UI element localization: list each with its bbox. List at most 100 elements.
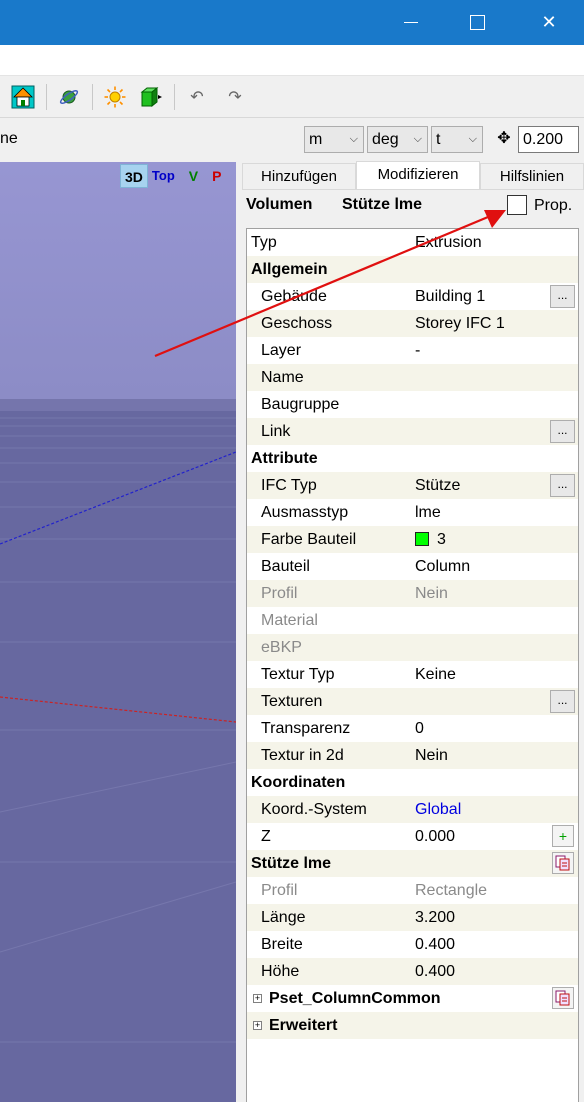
property-grid: Typ Extrusion Allgemein Gebäude Building 1…	[246, 228, 579, 1102]
property-row-textur-in-2d[interactable]: Textur in 2d Nein	[247, 742, 578, 769]
ellipsis-button[interactable]: ...	[550, 474, 575, 497]
property-row-z[interactable]: Z 0.000 +	[247, 823, 578, 850]
minimize-button[interactable]	[380, 0, 442, 45]
close-icon: ✕	[541, 12, 557, 32]
snap-move-icon: ✥	[497, 130, 511, 147]
tab-underline	[242, 189, 584, 190]
property-row-ebkp: eBKP	[247, 634, 578, 661]
color-swatch	[415, 532, 429, 546]
undo-icon: ↶	[190, 89, 204, 106]
property-row-ausmasstyp[interactable]: Ausmasstyp lme	[247, 499, 578, 526]
category-allgemein[interactable]: Allgemein	[247, 256, 578, 283]
property-key: Bauteil	[261, 558, 310, 575]
copy-button[interactable]	[552, 987, 574, 1009]
undo-button[interactable]: ↶	[184, 84, 210, 110]
render-button[interactable]	[56, 84, 82, 110]
expand-icon[interactable]: +	[253, 1021, 262, 1030]
title-bar: ✕	[0, 0, 584, 45]
property-row-baugruppe[interactable]: Baugruppe	[247, 391, 578, 418]
property-value: Keine	[415, 666, 456, 683]
menu-bar	[0, 45, 584, 76]
category-attribute[interactable]: Attribute	[247, 445, 578, 472]
property-value: Storey IFC 1	[415, 315, 505, 332]
ellipsis-button[interactable]: ...	[550, 285, 575, 308]
property-row-hoehe[interactable]: Höhe 0.400	[247, 958, 578, 985]
toolbar-label: ne	[0, 130, 18, 147]
property-value-color: 3	[415, 526, 446, 553]
copy-button[interactable]	[552, 852, 574, 874]
property-row-texturen[interactable]: Texturen...	[247, 688, 578, 715]
category-label: Allgemein	[251, 261, 328, 278]
property-value: 3.200	[415, 909, 456, 926]
category-label: Koordinaten	[251, 774, 346, 791]
toolbar-separator	[174, 84, 175, 110]
angle-unit-select[interactable]: deg ⌵	[367, 126, 428, 153]
property-row-transparenz[interactable]: Transparenz 0	[247, 715, 578, 742]
ellipsis-button[interactable]: ...	[550, 420, 575, 443]
category-pset-columncommon[interactable]: + Pset_ColumnCommon	[247, 985, 578, 1012]
category-label: Attribute	[251, 450, 318, 467]
property-row-layer[interactable]: Layer -	[247, 337, 578, 364]
property-key: Transparenz	[261, 720, 351, 737]
expand-icon[interactable]: +	[253, 994, 262, 1003]
property-row-laenge[interactable]: Länge 3.200	[247, 904, 578, 931]
property-key: Typ	[251, 234, 277, 251]
property-row-link[interactable]: Link...	[247, 418, 578, 445]
property-row-koord-system[interactable]: Koord.-System Global	[247, 796, 578, 823]
mass-unit-select[interactable]: t ⌵	[431, 126, 483, 153]
property-row-ifc-typ[interactable]: IFC Typ Stütze...	[247, 472, 578, 499]
property-row-name[interactable]: Name	[247, 364, 578, 391]
maximize-icon	[469, 15, 485, 30]
prop-checkbox[interactable]	[507, 195, 527, 215]
snap-distance-input[interactable]: 0.200	[518, 126, 579, 153]
property-value: Nein	[415, 747, 448, 764]
view-3d-button[interactable]: 3D	[120, 164, 148, 188]
property-key: Material	[261, 612, 318, 629]
tab-hilfslinien[interactable]: Hilfslinien	[480, 163, 584, 189]
home-icon	[11, 85, 35, 109]
property-row-textur-typ[interactable]: Textur Typ Keine	[247, 661, 578, 688]
green-cube-icon	[140, 86, 162, 108]
view-v-button[interactable]: V	[185, 164, 202, 188]
home-button[interactable]	[10, 84, 36, 110]
category-erweitert[interactable]: + Erweitert	[247, 1012, 578, 1039]
object-type-label: Volumen	[246, 196, 313, 213]
maximize-button[interactable]	[446, 0, 508, 45]
property-key: Profil	[261, 882, 298, 899]
angle-unit-value: deg	[372, 131, 399, 148]
property-key: eBKP	[261, 639, 302, 656]
property-value: 0.000	[415, 828, 456, 845]
property-row-breite[interactable]: Breite 0.400	[247, 931, 578, 958]
viewport-scene	[0, 162, 236, 1102]
property-row-geschoss[interactable]: Geschoss Storey IFC 1	[247, 310, 578, 337]
property-row-gebaeude[interactable]: Gebäude Building 1...	[247, 283, 578, 310]
redo-button[interactable]: ↷	[222, 84, 248, 110]
property-key: Baugruppe	[261, 396, 340, 413]
view-p-button[interactable]: P	[208, 164, 225, 188]
tab-hinzufuegen[interactable]: Hinzufügen	[242, 163, 356, 189]
property-value: Rectangle	[415, 882, 488, 899]
object-button[interactable]	[138, 84, 164, 110]
sun-icon	[104, 86, 126, 108]
category-koordinaten[interactable]: Koordinaten	[247, 769, 578, 796]
ellipsis-button[interactable]: ...	[550, 690, 575, 713]
tab-modifizieren[interactable]: Modifizieren	[356, 161, 480, 189]
length-unit-select[interactable]: m ⌵	[304, 126, 364, 153]
view-top-button[interactable]: Top	[148, 164, 179, 188]
category-stuetze[interactable]: Stütze lme	[247, 850, 578, 877]
property-key: Farbe Bauteil	[261, 531, 357, 548]
add-button[interactable]: +	[552, 825, 574, 847]
view-buttons: 3D Top V P	[120, 164, 225, 188]
property-row-typ[interactable]: Typ Extrusion	[247, 229, 578, 256]
light-button[interactable]	[102, 84, 128, 110]
property-key: Höhe	[261, 963, 300, 980]
chevron-down-icon: ⌵	[413, 133, 422, 145]
property-row-bauteil[interactable]: Bauteil Column	[247, 553, 578, 580]
property-row-farbe-bauteil[interactable]: Farbe Bauteil 3	[247, 526, 578, 553]
close-button[interactable]: ✕	[518, 0, 580, 45]
property-key: Gebäude	[261, 288, 327, 305]
chevron-down-icon: ⌵	[468, 133, 477, 145]
property-row-profil: Profil Nein	[247, 580, 578, 607]
property-value-link[interactable]: Global	[415, 796, 461, 823]
viewport-3d[interactable]	[0, 162, 236, 1102]
